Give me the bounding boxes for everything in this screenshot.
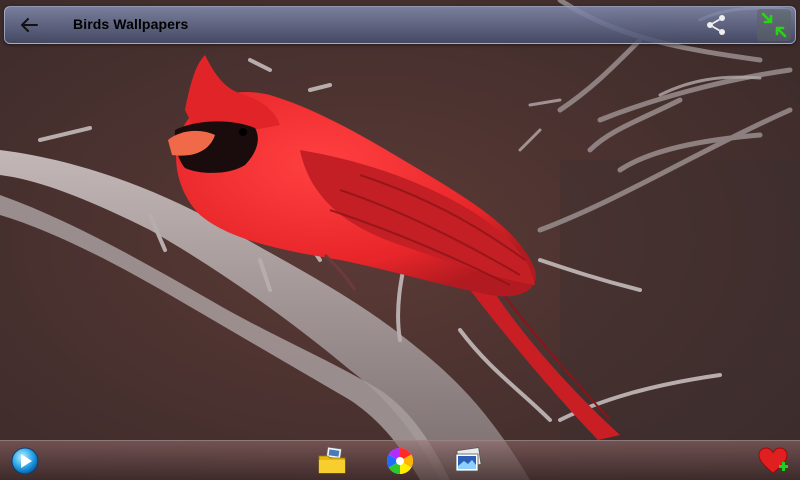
fullscreen-toggle-button[interactable] <box>757 9 791 41</box>
action-bar: Birds Wallpapers <box>4 6 796 44</box>
color-wheel-icon <box>386 447 414 475</box>
share-icon <box>707 15 725 35</box>
bottom-toolbar <box>0 440 800 480</box>
wallpaper-viewer-screen: Birds Wallpapers <box>0 0 800 480</box>
folder-icon <box>318 446 346 474</box>
wallpaper-image[interactable] <box>0 0 800 480</box>
fullscreen-toggle-icon <box>761 12 787 38</box>
arrow-left-icon <box>21 18 38 32</box>
page-title: Birds Wallpapers <box>73 16 189 32</box>
play-globe-icon <box>11 447 39 475</box>
share-button[interactable] <box>701 11 731 39</box>
gallery-icon <box>455 447 482 472</box>
back-button[interactable] <box>15 11 43 39</box>
set-wallpaper-button[interactable] <box>384 445 416 477</box>
save-to-folder-button[interactable] <box>316 445 348 477</box>
favorite-add-icon <box>758 447 788 474</box>
gallery-button[interactable] <box>452 445 484 477</box>
slideshow-button[interactable] <box>9 445 41 477</box>
add-favorite-button[interactable] <box>757 445 789 477</box>
